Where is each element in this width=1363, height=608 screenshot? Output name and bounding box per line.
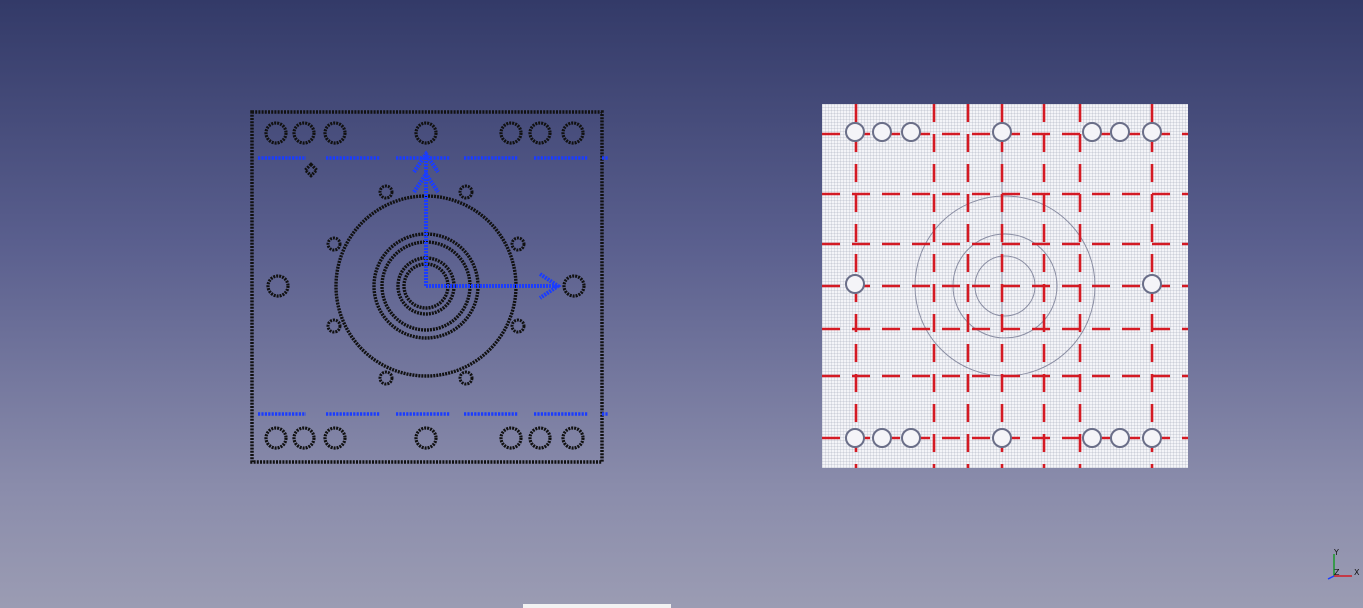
axis-z-label: Z <box>1334 568 1340 577</box>
bottom-tab <box>523 604 671 608</box>
axis-indicator <box>1327 554 1352 580</box>
meshed-model[interactable] <box>822 104 1188 468</box>
sketch-model[interactable] <box>246 106 608 468</box>
axis-x-label: X <box>1354 568 1360 577</box>
3d-viewport[interactable]: Y X Z <box>0 0 1363 608</box>
hole-group-bottom <box>264 426 585 450</box>
hole-group-top <box>264 121 585 145</box>
local-axis <box>412 150 562 300</box>
axis-y-label: Y <box>1334 548 1339 557</box>
